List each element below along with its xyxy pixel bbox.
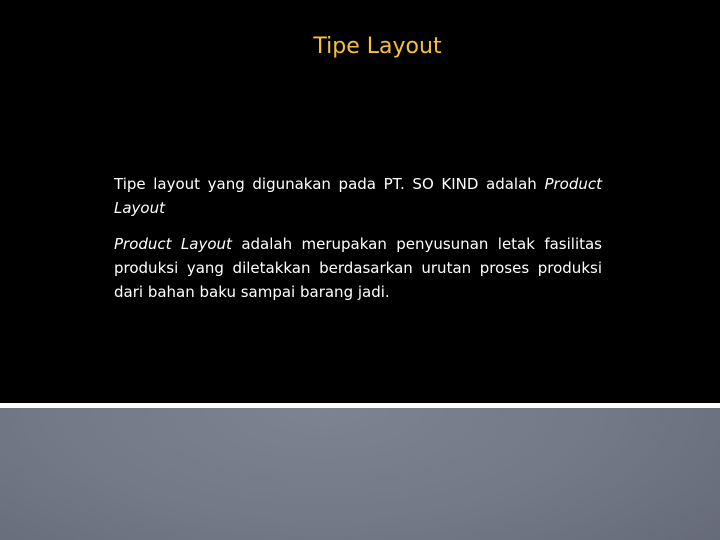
slide-body: Tipe layout yang digunakan pada PT. SO K… — [114, 172, 602, 316]
paragraph-layout-type: Tipe layout yang digunakan pada PT. SO K… — [114, 172, 602, 220]
slide-title: Tipe Layout — [313, 34, 442, 59]
slide-content-area: Tipe Layout Tipe layout yang digunakan p… — [0, 0, 720, 403]
paragraph-layout-type-text: Tipe layout yang digunakan pada PT. SO K… — [114, 175, 537, 193]
paragraph-product-layout-definition: Product Layout adalah merupakan penyusun… — [114, 232, 602, 304]
paragraph-definition-emphasis: Product Layout — [114, 235, 232, 253]
slide-footer-band — [0, 408, 720, 540]
